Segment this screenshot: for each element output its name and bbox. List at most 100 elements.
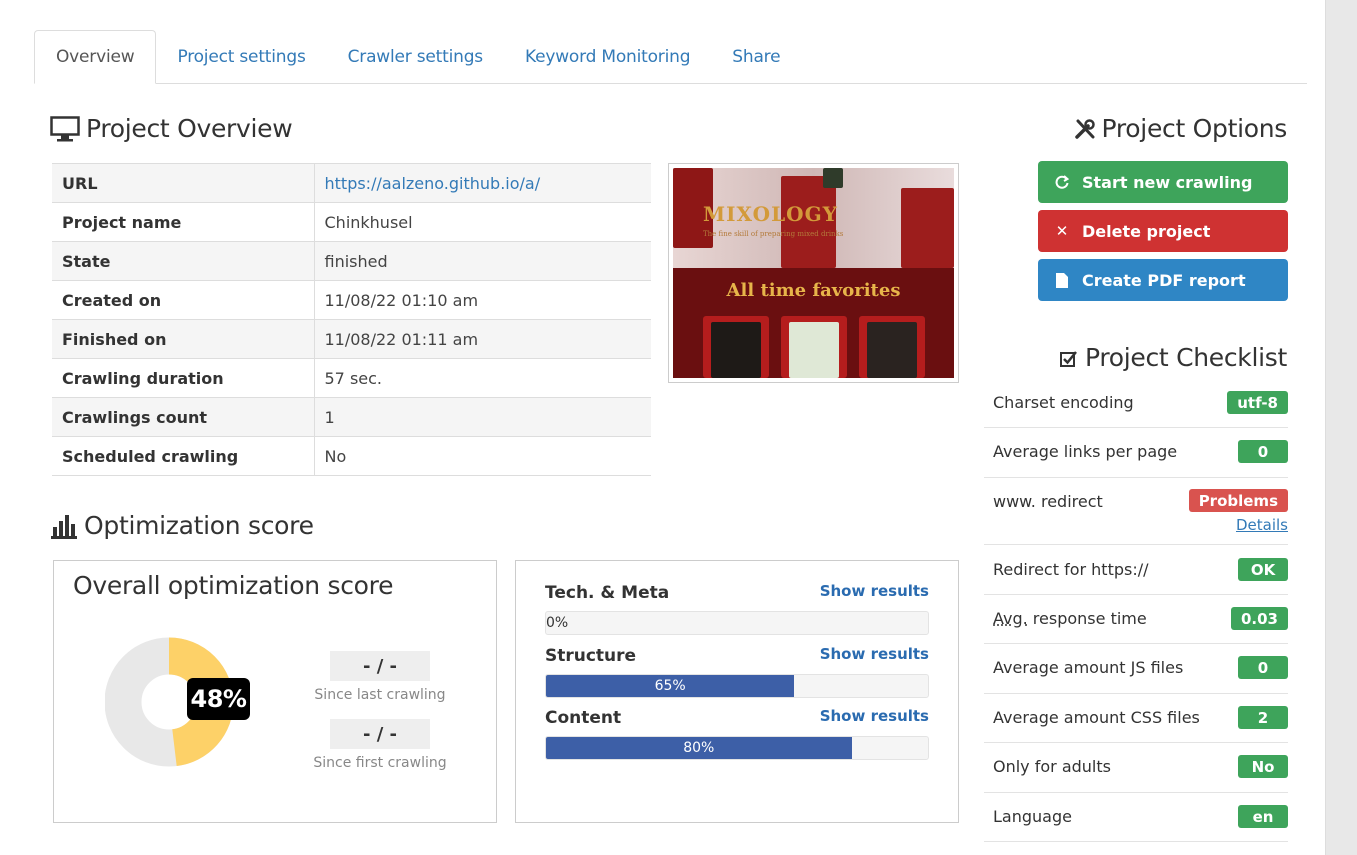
status-badge: No [1238, 755, 1288, 778]
progress-fill-structure: 65% [546, 675, 795, 697]
checklist-row: Charset encoding utf-8 [984, 391, 1288, 428]
checklist-label: Average amount JS files [993, 658, 1184, 677]
status-badge: utf-8 [1227, 391, 1288, 414]
tab-crawler-settings[interactable]: Crawler settings [327, 30, 504, 83]
checklist-label: www. redirect [993, 492, 1103, 511]
drink-card [703, 316, 769, 378]
table-row: Crawling duration 57 sec. [52, 358, 651, 398]
score-percent-badge: 48% [187, 678, 250, 720]
checklist-row: Average links per page 0 [984, 440, 1288, 478]
since-last-value: - / - [330, 651, 430, 681]
table-row: State finished [52, 241, 651, 281]
tools-icon [1074, 118, 1095, 139]
bottle-cap [823, 168, 843, 188]
bar-label-tech-meta: Tech. & Meta [545, 583, 670, 603]
optimization-score-heading: Optimization score [50, 511, 314, 540]
overall-score-box: Overall optimization score 48% - / - Sin… [53, 560, 497, 823]
row-value: 11/08/22 01:11 am [314, 319, 651, 359]
checklist-label: Average links per page [993, 442, 1178, 461]
abbr-avg[interactable]: Avg. [993, 609, 1028, 628]
tab-share[interactable]: Share [711, 30, 801, 83]
table-row: URL https://aalzeno.github.io/a/ [52, 163, 651, 203]
status-badge: 0 [1238, 656, 1288, 679]
row-key: Crawlings count [52, 397, 315, 437]
checklist-row: Only for adults No [984, 755, 1288, 793]
checklist-label: Redirect for https:// [993, 560, 1149, 579]
checklist-row: www. redirect Problems Details [984, 489, 1288, 545]
row-key: State [52, 241, 315, 281]
checklist-row: Redirect for https:// OK [984, 558, 1288, 595]
row-key: Crawling duration [52, 358, 315, 398]
row-key: Finished on [52, 319, 315, 359]
checklist-label: Language [993, 807, 1072, 826]
show-results-content[interactable]: Show results [820, 707, 929, 725]
delete-project-button[interactable]: ✕ Delete project [1038, 210, 1288, 252]
checklist-row: Average amount CSS files 2 [984, 706, 1288, 743]
project-url-link[interactable]: https://aalzeno.github.io/a/ [325, 174, 541, 193]
progress-bar-content: 80% [545, 736, 929, 760]
table-row: Project name Chinkhusel [52, 202, 651, 242]
status-badge: 2 [1238, 706, 1288, 729]
main-panel: Overview Project settings Crawler settin… [0, 0, 1326, 855]
thumbnail-tagline: The fine skill of preparing mixed drinks [703, 230, 844, 238]
row-key: Created on [52, 280, 315, 320]
start-crawling-label: Start new crawling [1082, 172, 1253, 192]
thumbnail-brand: MIXOLOGY [703, 202, 838, 226]
project-overview-title: Project Overview [86, 114, 293, 143]
overall-score-title: Overall optimization score [73, 571, 394, 600]
status-badge: Problems [1188, 489, 1288, 512]
checkbox-icon [1059, 350, 1077, 367]
row-value: finished [314, 241, 651, 281]
checklist-label: Only for adults [993, 757, 1111, 776]
refresh-icon [1054, 175, 1070, 189]
details-link[interactable]: Details [1189, 516, 1288, 534]
project-info-table: URL https://aalzeno.github.io/a/ Project… [52, 163, 651, 476]
show-results-tech-meta[interactable]: Show results [820, 582, 929, 600]
row-value: Chinkhusel [314, 202, 651, 242]
optimization-score-title: Optimization score [84, 511, 314, 540]
row-value: 57 sec. [314, 358, 651, 398]
project-options-title: Project Options [1101, 114, 1288, 143]
close-icon: ✕ [1055, 222, 1069, 240]
delete-project-label: Delete project [1082, 221, 1211, 241]
status-badge: en [1238, 805, 1288, 828]
progress-fill-content: 80% [546, 737, 852, 759]
create-pdf-label: Create PDF report [1082, 270, 1246, 290]
tab-project-settings[interactable]: Project settings [156, 30, 326, 83]
site-thumbnail[interactable]: MIXOLOGY The fine skill of preparing mix… [668, 163, 959, 383]
bar-label-structure: Structure [545, 646, 637, 666]
project-checklist-title: Project Checklist [1084, 343, 1287, 372]
show-results-structure[interactable]: Show results [820, 645, 929, 663]
tab-keyword-monitoring[interactable]: Keyword Monitoring [504, 30, 711, 83]
table-row: Crawlings count 1 [52, 397, 651, 437]
progress-bar-structure: 65% [545, 674, 929, 698]
tab-overview[interactable]: Overview [34, 30, 157, 84]
thumbnail-headline: All time favorites [726, 280, 901, 301]
bar-label-content: Content [545, 708, 622, 728]
drink-card [781, 316, 847, 378]
status-badge-group: Problems Details [1188, 489, 1288, 534]
progress-value-tech-meta: 0% [546, 615, 569, 631]
row-value: 1 [314, 397, 651, 437]
table-row: Finished on 11/08/22 01:11 am [52, 319, 651, 359]
drink-card [859, 316, 925, 378]
table-row: Created on 11/08/22 01:10 am [52, 280, 651, 320]
project-overview-heading: Project Overview [50, 114, 293, 143]
since-last-label: Since last crawling [314, 687, 446, 703]
checklist-label: Average amount CSS files [993, 708, 1200, 727]
tab-bar: Overview Project settings Crawler settin… [34, 30, 1307, 84]
start-crawling-button[interactable]: Start new crawling [1038, 161, 1288, 203]
status-badge: OK [1238, 558, 1288, 581]
bar-chart-icon [51, 514, 77, 539]
since-first-value: - / - [330, 719, 430, 749]
file-icon [1054, 272, 1070, 288]
checklist-row: Average amount JS files 0 [984, 656, 1288, 694]
progress-bar-tech-meta: 0% [545, 611, 929, 635]
row-value: No [314, 436, 651, 476]
thumbnail-image: MIXOLOGY The fine skill of preparing mix… [673, 168, 954, 378]
checklist-label: Avg. response time [993, 609, 1147, 628]
row-key: Scheduled crawling [52, 436, 315, 476]
row-key: Project name [52, 202, 315, 242]
create-pdf-button[interactable]: Create PDF report [1038, 259, 1288, 301]
project-options-heading: Project Options [1074, 114, 1287, 143]
